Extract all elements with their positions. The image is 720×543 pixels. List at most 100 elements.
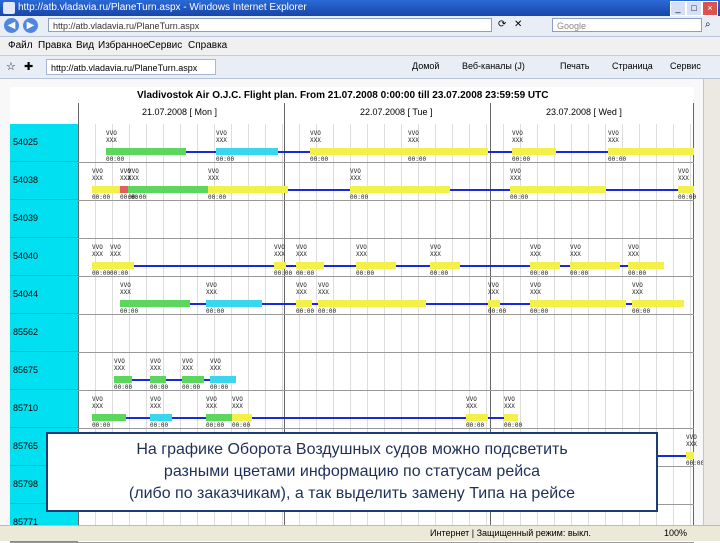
turn-link [450,189,510,191]
back-icon[interactable]: ◀ [4,18,19,33]
print-button[interactable]: Печать [560,61,589,71]
turn-link [252,417,466,419]
flight-label: VVO XXX [150,358,161,372]
flight-bar[interactable] [512,148,556,155]
flight-bar[interactable] [210,376,236,383]
caption-line-3: (либо по заказчикам), а так выделить зам… [128,485,576,502]
flight-bar[interactable] [466,414,488,421]
search-icon[interactable]: ⌕ [705,19,711,30]
turn-link [620,265,628,267]
add-favorite-icon[interactable]: ✚ [24,60,33,73]
minimize-button[interactable]: _ [670,1,686,16]
menu-help[interactable]: Справка [188,40,227,51]
flight-bar[interactable] [274,262,286,269]
flight-bar[interactable] [150,376,166,383]
registration-label: 85675 [13,365,39,375]
menu-file[interactable]: Файл [8,40,33,51]
flight-bar[interactable] [296,262,324,269]
flight-label: VVO XXX [466,396,477,410]
flight-time: 00:00 [504,422,523,429]
flight-bar[interactable] [92,414,126,421]
menu-edit[interactable]: Правка [38,40,72,51]
flight-time: 00:00 [206,308,225,315]
vertical-scrollbar[interactable] [703,79,720,525]
tab-planeturn[interactable]: http://atb.vladavia.ru/PlaneTurn.aspx [46,59,216,75]
flight-bar[interactable] [318,300,426,307]
url-input[interactable]: http://atb.vladavia.ru/PlaneTurn.aspx [48,18,492,32]
flight-time: 00:00 [530,308,549,315]
flight-bar[interactable] [92,186,122,193]
flight-bar[interactable] [510,186,606,193]
flight-bar[interactable] [530,262,560,269]
flight-label: VVO XXX [208,168,219,182]
maximize-button[interactable]: □ [686,1,702,16]
flight-bar[interactable] [120,186,128,193]
flight-bar[interactable] [628,262,664,269]
flight-bar[interactable] [128,186,208,193]
flight-label: VVO XXX [296,282,307,296]
flight-bar[interactable] [408,148,488,155]
flight-time: 00:00 [92,194,111,201]
refresh-icon[interactable]: ⟳ [498,19,506,30]
flight-bar[interactable] [120,300,190,307]
page-button[interactable]: Страница [612,61,653,71]
turn-link [488,151,512,153]
flight-bar[interactable] [686,452,694,459]
registration-label: 54025 [13,137,39,147]
flight-label: VVO XXX [318,282,329,296]
flight-bar[interactable] [504,414,518,421]
home-button[interactable]: Домой [412,61,439,71]
menu-tools[interactable]: Сервис [148,40,182,51]
flight-bar[interactable] [182,376,204,383]
flight-time: 00:00 [608,156,627,163]
close-button[interactable]: × [702,1,718,16]
tools-button[interactable]: Сервис [670,61,701,71]
day-header-3: 23.07.2008 [ Wed ] [546,107,622,117]
flight-bar[interactable] [216,148,278,155]
flight-bar[interactable] [232,414,252,421]
menu-view[interactable]: Вид [76,40,94,51]
flight-bar[interactable] [488,300,500,307]
day-header-1: 21.07.2008 [ Mon ] [142,107,218,117]
day-header-2: 22.07.2008 [ Tue ] [360,107,433,117]
menu-favorites[interactable]: Избранное [98,40,149,51]
flight-label: VVO XXX [678,168,689,182]
turn-link [134,265,274,267]
flight-bar[interactable] [430,262,460,269]
flight-bar[interactable] [296,300,312,307]
flight-bar[interactable] [310,148,410,155]
flight-bar[interactable] [530,300,626,307]
flight-bar[interactable] [608,148,694,155]
feeds-button[interactable]: Веб-каналы (J) [462,61,525,71]
flight-bar[interactable] [206,300,262,307]
flight-bar[interactable] [206,414,234,421]
flight-bar[interactable] [678,186,694,193]
flight-bar[interactable] [110,262,134,269]
row-divider [10,238,694,239]
favorites-star-icon[interactable]: ☆ [6,60,16,73]
stop-icon[interactable]: ✕ [514,19,522,30]
flight-bar[interactable] [150,414,172,421]
flight-label: VVO XXX [274,244,285,258]
flight-bar[interactable] [350,186,450,193]
flight-bar[interactable] [92,262,112,269]
flight-label: VVO XXX [210,358,221,372]
flight-bar[interactable] [114,376,132,383]
turn-link [288,189,350,191]
search-input[interactable]: Google [552,18,702,32]
turn-link [262,303,296,305]
registration-cell: 54025 [10,124,78,162]
forward-icon[interactable]: ▶ [23,18,38,33]
flight-label: VVO XXX [206,396,217,410]
flight-bar[interactable] [570,262,620,269]
flight-bar[interactable] [208,186,288,193]
plan-title: Vladivostok Air O.J.C. Flight plan. From… [137,90,549,101]
flight-label: VVO XXX [356,244,367,258]
flight-time: 00:00 [110,270,129,277]
flight-bar[interactable] [106,148,186,155]
flight-time: 00:00 [182,384,201,391]
flight-bar[interactable] [632,300,684,307]
zoom-level[interactable]: 100% [664,528,687,538]
flight-bar[interactable] [356,262,396,269]
turn-link [190,303,206,305]
